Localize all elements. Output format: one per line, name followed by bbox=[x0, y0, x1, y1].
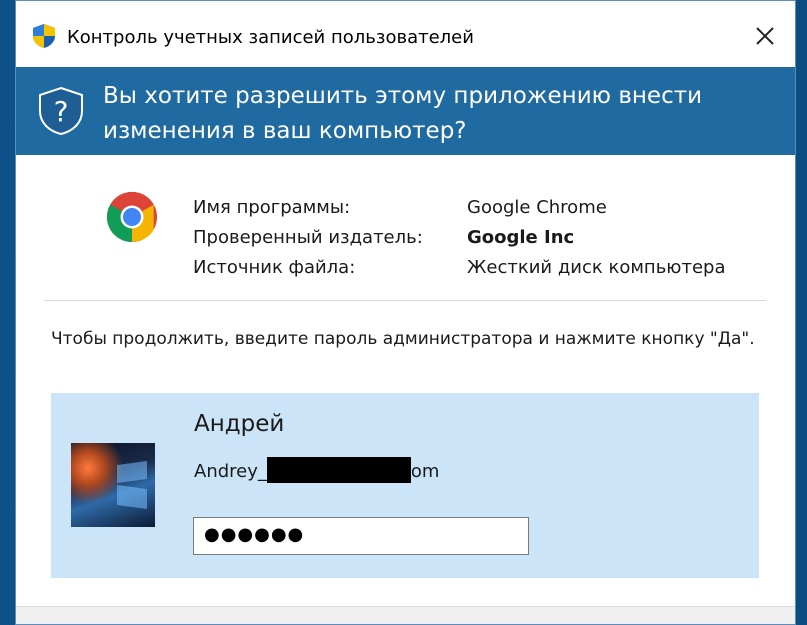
publisher-label: Проверенный издатель: bbox=[193, 227, 423, 248]
program-name-value: Google Chrome bbox=[467, 197, 607, 218]
user-avatar bbox=[71, 443, 155, 527]
chrome-logo-icon bbox=[106, 191, 157, 243]
svg-text:?: ? bbox=[54, 95, 69, 128]
user-email: Andrey_ om bbox=[194, 457, 439, 483]
close-icon bbox=[756, 27, 774, 45]
prompt-question: Вы хотите разрешить этому приложению вне… bbox=[103, 83, 703, 144]
divider bbox=[44, 300, 766, 301]
redacted-block bbox=[266, 457, 411, 483]
prompt-header: ? Вы хотите разрешить этому приложению в… bbox=[16, 67, 795, 155]
file-origin-value: Жесткий диск компьютера bbox=[467, 257, 726, 278]
window-title: Контроль учетных записей пользователей bbox=[67, 27, 474, 48]
button-bar bbox=[16, 606, 795, 624]
email-suffix: om bbox=[410, 461, 440, 482]
email-prefix: Andrey_ bbox=[194, 461, 267, 482]
close-button[interactable] bbox=[735, 11, 795, 61]
question-shield-icon: ? bbox=[39, 86, 83, 136]
uac-shield-icon bbox=[33, 24, 55, 48]
instructions-text: Чтобы продолжить, введите пароль админис… bbox=[51, 329, 755, 349]
password-input[interactable]: ●●●●●● bbox=[193, 517, 529, 555]
program-info-labels: Имя программы: Проверенный издатель: Ист… bbox=[193, 193, 423, 283]
program-name-label: Имя программы: bbox=[193, 197, 351, 218]
user-credential-tile[interactable]: Андрей Andrey_ om ●●●●●● bbox=[51, 393, 759, 578]
uac-dialog: Контроль учетных записей пользователей ?… bbox=[15, 0, 796, 625]
title-bar: Контроль учетных записей пользователей bbox=[16, 1, 795, 67]
file-origin-label: Источник файла: bbox=[193, 257, 356, 278]
publisher-value: Google Inc bbox=[467, 227, 575, 248]
user-display-name: Андрей bbox=[194, 411, 285, 437]
program-info-values: Google Chrome Google Inc Жесткий диск ко… bbox=[467, 193, 725, 283]
